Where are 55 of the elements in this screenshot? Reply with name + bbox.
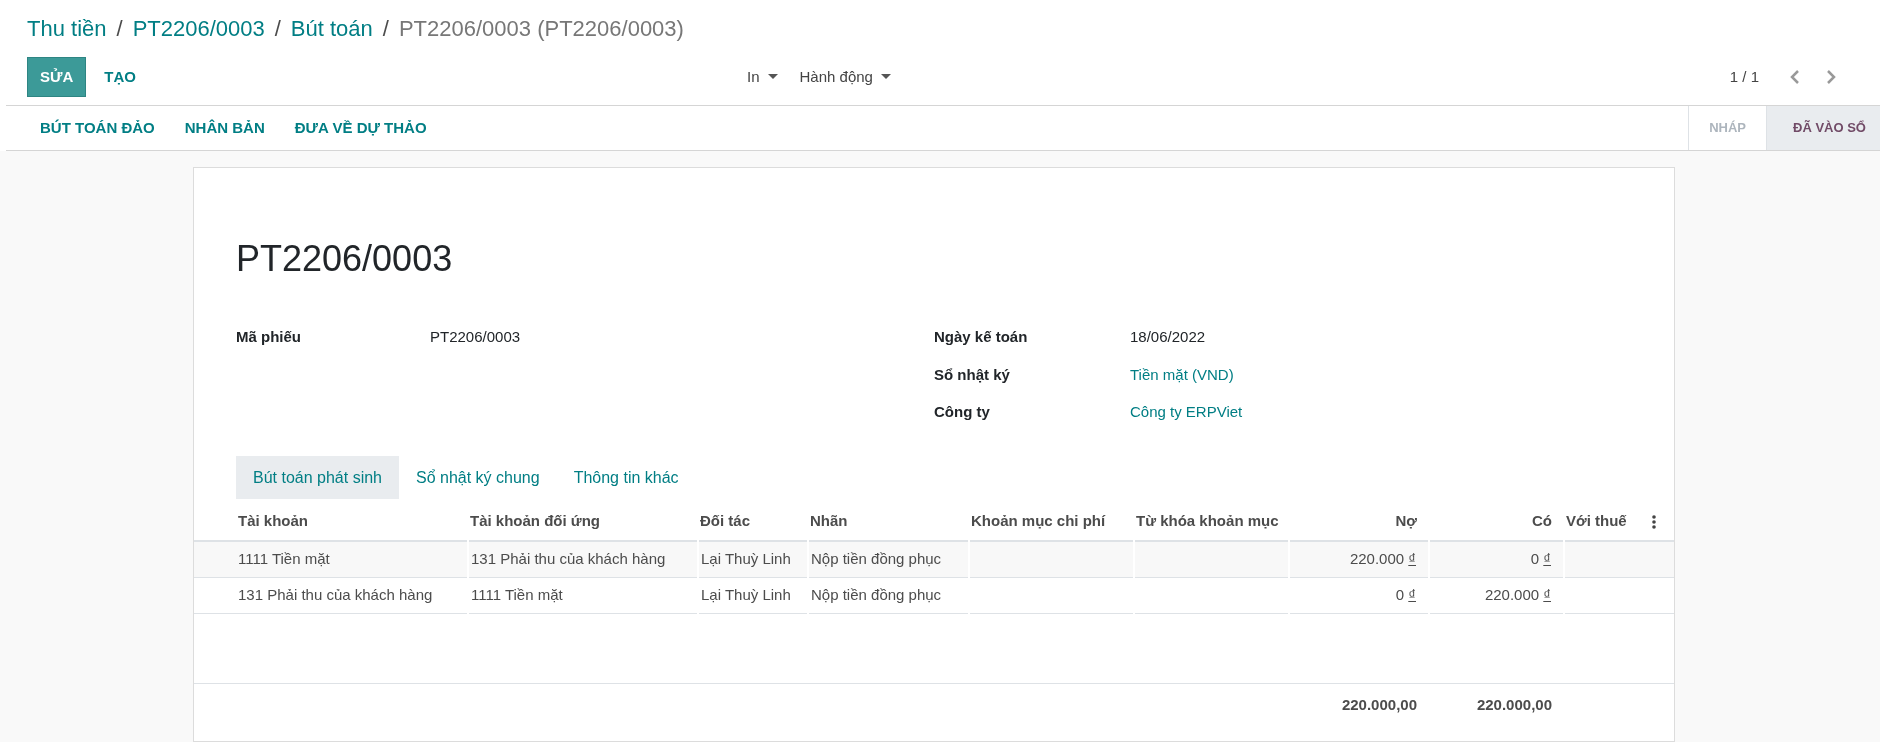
dropdown-menu-button[interactable]: In bbox=[747, 65, 778, 89]
total-amount: 220.000,00 bbox=[1476, 696, 1552, 713]
column-header[interactable]: Đối tác bbox=[698, 503, 808, 541]
breadcrumb-link[interactable]: Thu tiền bbox=[27, 12, 107, 45]
column-header[interactable]: Tài khoản đối ứng bbox=[468, 503, 698, 541]
table-cell: 1111 Tiền mặt bbox=[471, 585, 563, 603]
column-header[interactable]: Nhãn bbox=[808, 503, 969, 541]
status-step[interactable]: ĐÃ VÀO SỔ bbox=[1766, 106, 1880, 150]
column-header[interactable]: Từ khóa khoản mục bbox=[1134, 503, 1289, 541]
field-value: PT2206/0003 bbox=[430, 327, 521, 347]
field-label: Sổ nhật ký bbox=[934, 364, 1011, 385]
table-cell: Lại Thuỳ Linh bbox=[701, 550, 791, 567]
breadcrumb-link[interactable]: PT2206/0003 bbox=[132, 12, 265, 45]
record-title: PT2206/0003 bbox=[236, 237, 454, 281]
column-header[interactable]: Với thuế bbox=[1564, 503, 1652, 541]
column-header[interactable]: Nợ bbox=[1289, 503, 1429, 541]
table-cell: 1111 Tiền mặt bbox=[238, 550, 330, 567]
tab[interactable]: Sổ nhật ký chung bbox=[399, 456, 557, 499]
action-button[interactable]: NHÂN BẢN bbox=[184, 116, 265, 140]
amount-value: 220.000 ₫ bbox=[1349, 550, 1416, 567]
amount-value: 220.000 ₫ bbox=[1484, 585, 1551, 603]
table-cell: 131 Phải thu của khách hàng bbox=[238, 585, 433, 603]
field-link[interactable]: Công ty ERPViet bbox=[1130, 401, 1243, 424]
amount-value: 0 ₫ bbox=[1530, 550, 1551, 567]
breadcrumb-separator: / bbox=[382, 15, 389, 43]
caret-icon bbox=[880, 74, 891, 80]
tab[interactable]: Thông tin khác bbox=[556, 456, 696, 499]
pager-counter: 1 / 1 bbox=[1729, 66, 1759, 87]
breadcrumb-current: PT2206/0003 (PT2206/0003) bbox=[398, 15, 684, 43]
table-cell: Nộp tiền đồng phục bbox=[811, 550, 942, 567]
breadcrumb-separator: / bbox=[116, 15, 123, 43]
field-label: Mã phiếu bbox=[236, 327, 302, 347]
field-label: Công ty bbox=[934, 402, 991, 422]
amount-value: 0 ₫ bbox=[1395, 585, 1416, 603]
next-icon[interactable] bbox=[1825, 69, 1837, 85]
table-cell: Lại Thuỳ Linh bbox=[701, 585, 791, 603]
table-cell: 131 Phải thu của khách hàng bbox=[471, 550, 666, 567]
field-label: Ngày kế toán bbox=[934, 327, 1029, 347]
action-button[interactable]: BÚT TOÁN ĐẢO bbox=[40, 116, 155, 140]
table-cell: Nộp tiền đồng phục bbox=[811, 585, 942, 603]
tab[interactable]: Bút toán phát sinh bbox=[236, 456, 399, 499]
breadcrumb-link[interactable]: Bút toán bbox=[290, 12, 373, 45]
field-link[interactable]: Tiền mặt (VND) bbox=[1130, 363, 1234, 386]
column-header[interactable]: Tài khoản bbox=[236, 503, 468, 541]
edit-button[interactable]: SỬA bbox=[27, 57, 87, 97]
more-options-icon[interactable] bbox=[1652, 514, 1656, 529]
column-header[interactable]: Có bbox=[1429, 503, 1564, 541]
field-value: 18/06/2022 bbox=[1130, 327, 1206, 347]
previous-icon[interactable] bbox=[1789, 69, 1801, 85]
dropdown-menu-button[interactable]: Hành động bbox=[799, 65, 891, 89]
total-amount: 220.000,00 bbox=[1341, 696, 1417, 713]
breadcrumb-separator: / bbox=[274, 15, 281, 43]
action-button[interactable]: ĐƯA VỀ DỰ THẢO bbox=[294, 116, 427, 140]
caret-icon bbox=[767, 74, 778, 80]
column-header[interactable]: Khoản mục chi phí bbox=[969, 503, 1134, 541]
